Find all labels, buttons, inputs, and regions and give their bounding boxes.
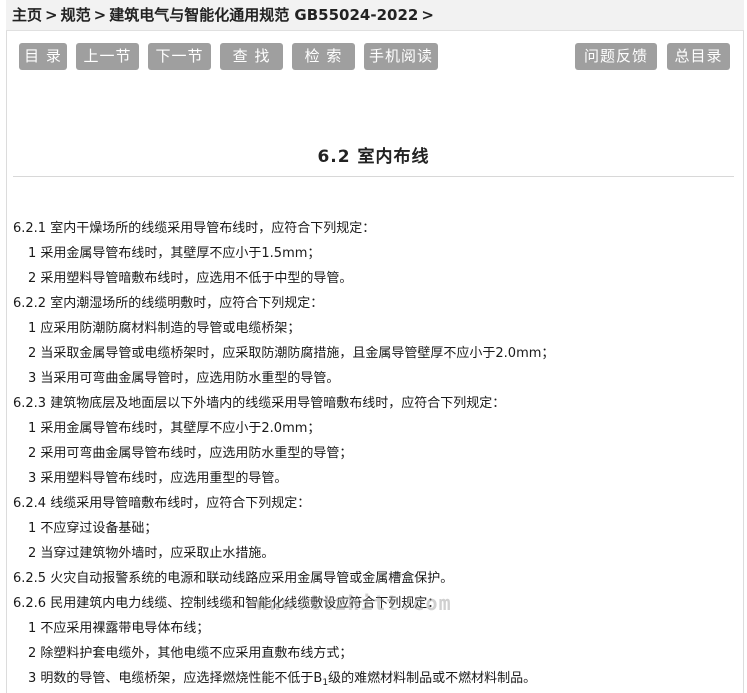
article-body: 6.2.1 室内干燥场所的线缆采用导管布线时，应符合下列规定： 1 采用金属导管… (13, 216, 737, 691)
clause-item: 1 不应采用裸露带电导体布线； (28, 621, 210, 636)
breadcrumb-separator: > (421, 6, 434, 24)
clause-item: 1 应采用防潮防腐材料制造的导管或电缆桥架； (28, 321, 301, 336)
breadcrumb: 主页 > 规范 > 建筑电气与智能化通用规范 GB55024-2022 > (6, 0, 744, 31)
title-divider (13, 176, 734, 177)
clause-heading: 6.2.1 室内干燥场所的线缆采用导管布线时，应符合下列规定： (13, 221, 376, 236)
mobile-read-button[interactable]: 手机阅读 (364, 43, 438, 70)
clause-item: 1 采用金属导管布线时，其壁厚不应小于2.0mm； (28, 421, 321, 436)
clause-heading: 6.2.4 线缆采用导管暗敷布线时，应符合下列规定： (13, 496, 311, 511)
breadcrumb-separator: > (45, 6, 58, 24)
search-button[interactable]: 检 索 (292, 43, 355, 70)
clause-item: 2 除塑料护套电缆外，其他电缆不应采用直敷布线方式； (28, 646, 353, 661)
breadcrumb-section-link[interactable]: 规范 (61, 6, 91, 24)
find-button[interactable]: 查 找 (220, 43, 283, 70)
clause-heading: 6.2.6 民用建筑内电力线缆、控制线缆和智能化线缆敷设应符合下列规定： (13, 596, 441, 611)
breadcrumb-current-link[interactable]: 建筑电气与智能化通用规范 GB55024-2022 (109, 6, 418, 24)
clause-item: 1 采用金属导管布线时，其壁厚不应小于1.5mm； (28, 246, 321, 261)
clause-heading: 6.2.3 建筑物底层及地面层以下外墙内的线缆采用导管暗敷布线时，应符合下列规定… (13, 396, 506, 411)
clause-heading: 6.2.5 火灾自动报警系统的电源和联动线路应采用金属导管或金属槽盒保护。 (13, 571, 454, 586)
clause-item: 2 当采取金属导管或电缆桥架时，应采取防潮防腐措施，且金属导管壁厚不应小于2.0… (28, 346, 555, 361)
clause-item: 2 采用塑料导管暗敷布线时，应选用不低于中型的导管。 (28, 271, 353, 286)
clause-item: 2 当穿过建筑物外墙时，应采取止水措施。 (28, 546, 275, 561)
breadcrumb-separator: > (93, 6, 107, 24)
breadcrumb-home-link[interactable]: 主页 (12, 6, 42, 24)
toolbar: 目 录 上一节 下一节 查 找 检 索 手机阅读 问题反馈 总目录 (0, 43, 747, 71)
toc-button[interactable]: 目 录 (19, 43, 67, 70)
next-section-button[interactable]: 下一节 (148, 43, 211, 70)
main-toc-button[interactable]: 总目录 (667, 43, 730, 70)
clause-item-text: 3 明数的导管、电缆桥架，应选择燃烧性能不低于B (28, 671, 323, 686)
clause-item: 3 采用塑料导管布线时，应选用重型的导管。 (28, 471, 288, 486)
clause-heading: 6.2.2 室内潮湿场所的线缆明敷时，应符合下列规定： (13, 296, 324, 311)
prev-section-button[interactable]: 上一节 (76, 43, 139, 70)
clause-item-text: 级的难燃材料制品或不燃材料制品。 (328, 671, 537, 686)
feedback-button[interactable]: 问题反馈 (575, 43, 657, 70)
clause-item: 1 不应穿过设备基础； (28, 521, 158, 536)
clause-item: 3 明数的导管、电缆桥架，应选择燃烧性能不低于B1级的难燃材料制品或不燃材料制品… (13, 666, 737, 691)
page-title: 6.2 室内布线 (317, 147, 430, 167)
clause-item: 3 当采用可弯曲金属导管时，应选用防水重型的导管。 (28, 371, 340, 386)
clause-item: 2 采用可弯曲金属导管布线时，应选用防水重型的导管； (28, 446, 353, 461)
